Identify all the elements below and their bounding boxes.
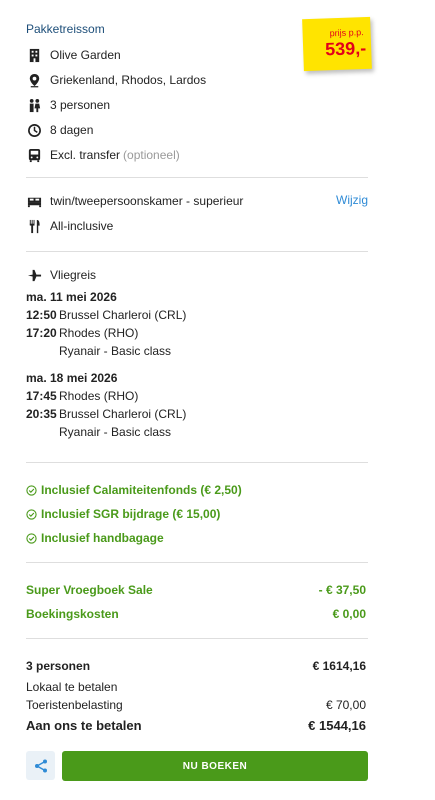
discount-row: Super Vroegboek Sale - € 37,50 [26, 583, 366, 597]
bus-icon [26, 147, 42, 163]
outbound-departure: 12:50 Brussel Charleroi (CRL) [26, 308, 186, 322]
divider [26, 462, 368, 463]
hotel-row: Olive Garden [26, 47, 121, 63]
inclusion-text: Inclusief Calamiteitenfonds (€ 2,50) [41, 483, 242, 497]
inclusion-text: Inclusief handbagage [41, 531, 164, 545]
local-pay-row: Lokaal te betalen [26, 680, 366, 694]
board-row: All-inclusive [26, 218, 113, 234]
room-row: twin/tweepersoonskamer - superieur [26, 193, 243, 209]
transfer-row: Excl. transfer (optioneel) [26, 147, 180, 163]
board-type: All-inclusive [50, 219, 114, 233]
persons-total-label: 3 personen [26, 659, 91, 673]
bed-icon [26, 193, 42, 209]
cutlery-icon [26, 218, 42, 234]
persons-row: 3 personen [26, 97, 110, 113]
pay-total-amount: € 1544,16 [308, 718, 366, 733]
return-date: ma. 18 mei 2026 [26, 371, 118, 385]
divider [26, 638, 368, 639]
price-per-person-label: prijs p.p. [329, 27, 364, 39]
return-dep-time: 17:45 [26, 389, 57, 403]
divider [26, 251, 368, 252]
pay-total-label: Aan ons te betalen [26, 718, 142, 733]
booking-fee-amount: € 0,00 [332, 607, 366, 621]
outbound-dep-airport: Brussel Charleroi (CRL) [59, 308, 187, 322]
return-arrival: 20:35 Brussel Charleroi (CRL) [26, 407, 186, 421]
outbound-arr-time: 17:20 [26, 326, 57, 340]
booking-fee-label: Boekingskosten [26, 607, 119, 621]
persons-text: 3 personen [50, 98, 111, 112]
check-circle-icon [26, 484, 37, 496]
price-per-person: 539,- [324, 37, 367, 60]
book-now-button[interactable]: NU BOEKEN [62, 751, 368, 781]
check-circle-icon [26, 532, 37, 544]
location-pin-icon [26, 72, 42, 88]
change-room-link[interactable]: Wijzig [336, 193, 368, 207]
inclusion-text: Inclusief SGR bijdrage (€ 15,00) [41, 507, 221, 521]
divider [26, 562, 368, 563]
discount-amount: - € 37,50 [318, 583, 366, 597]
tourist-tax-label: Toeristenbelasting [26, 698, 123, 712]
check-circle-icon [26, 508, 37, 520]
duration-text: 8 dagen [50, 123, 94, 137]
inclusion-item: Inclusief SGR bijdrage (€ 15,00) [26, 507, 220, 521]
booking-summary: Pakketreissom prijs p.p. 539,- Olive Gar… [0, 0, 435, 800]
flight-header: Vliegreis [26, 267, 96, 283]
persons-icon [26, 97, 42, 113]
building-icon [26, 47, 42, 63]
section-title: Pakketreissom [26, 22, 105, 36]
room-type: twin/tweepersoonskamer - superieur [50, 194, 244, 208]
location-text: Griekenland, Rhodos, Lardos [50, 73, 207, 87]
booking-fee-row: Boekingskosten € 0,00 [26, 607, 366, 621]
transfer-text: Excl. transfer [50, 148, 121, 162]
return-arr-time: 20:35 [26, 407, 57, 421]
tourist-tax-amount: € 70,00 [325, 698, 366, 712]
price-sticker: prijs p.p. 539,- [302, 16, 372, 72]
divider [26, 177, 368, 178]
duration-row: 8 dagen [26, 122, 93, 138]
flight-label: Vliegreis [50, 268, 97, 282]
location-row: Griekenland, Rhodos, Lardos [26, 72, 206, 88]
inclusion-item: Inclusief Calamiteitenfonds (€ 2,50) [26, 483, 242, 497]
plane-icon [26, 267, 42, 283]
persons-total-amount: € 1614,16 [312, 659, 366, 673]
share-button[interactable] [26, 751, 55, 780]
clock-icon [26, 122, 42, 138]
persons-total-row: 3 personen € 1614,16 [26, 659, 366, 673]
pay-total-row: Aan ons te betalen € 1544,16 [26, 718, 366, 733]
outbound-arr-airport: Rhodes (RHO) [59, 326, 139, 340]
return-carrier: Ryanair - Basic class [59, 425, 172, 439]
return-dep-airport: Rhodes (RHO) [59, 389, 139, 403]
outbound-carrier: Ryanair - Basic class [59, 344, 172, 358]
outbound-dep-time: 12:50 [26, 308, 57, 322]
return-arr-airport: Brussel Charleroi (CRL) [59, 407, 187, 421]
outbound-date: ma. 11 mei 2026 [26, 290, 117, 304]
inclusion-item: Inclusief handbagage [26, 531, 164, 545]
share-icon [34, 759, 47, 772]
transfer-optional: (optioneel) [123, 148, 180, 162]
tourist-tax-row: Toeristenbelasting € 70,00 [26, 698, 366, 712]
return-departure: 17:45 Rhodes (RHO) [26, 389, 138, 403]
hotel-name: Olive Garden [50, 48, 121, 62]
outbound-arrival: 17:20 Rhodes (RHO) [26, 326, 138, 340]
local-pay-label: Lokaal te betalen [26, 680, 118, 694]
discount-label: Super Vroegboek Sale [26, 583, 153, 597]
